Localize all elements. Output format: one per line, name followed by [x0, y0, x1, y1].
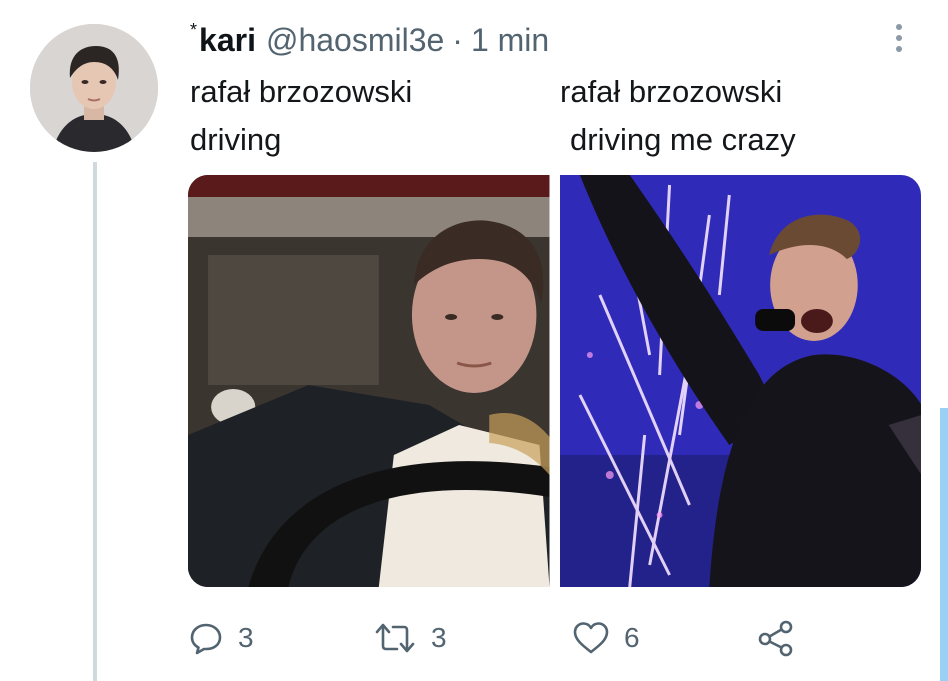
tweet[interactable]: * kari @haosmil3e · 1 min rafał brzozows… — [0, 0, 948, 681]
heart-icon — [573, 622, 609, 654]
like-button[interactable]: 6 — [572, 612, 640, 664]
caption-left: rafał brzozowski driving — [190, 68, 412, 164]
avatar[interactable] — [30, 24, 158, 152]
tweet-header: * kari @haosmil3e · 1 min — [190, 18, 549, 62]
reply-button[interactable]: 3 — [188, 612, 254, 664]
speech-bubble-icon — [190, 623, 222, 655]
scroll-indicator — [940, 408, 948, 681]
caption-right-line-1: rafał brzozowski — [560, 74, 783, 109]
share-button[interactable] — [756, 612, 796, 664]
photo-singer[interactable] — [559, 175, 921, 587]
caption-right-line-2: driving me crazy — [570, 122, 796, 157]
retweet-arrows-icon — [375, 623, 415, 653]
singer-photo-image — [559, 175, 921, 587]
thread-line — [93, 162, 97, 681]
retweet-count: 3 — [431, 622, 447, 653]
like-count: 6 — [624, 622, 640, 653]
driving-photo-image — [188, 175, 550, 587]
display-name[interactable]: kari — [199, 22, 256, 59]
tweet-actions: 3 3 6 — [188, 612, 808, 664]
reply-count: 3 — [238, 622, 254, 653]
caption-left-line-2: driving — [190, 122, 282, 157]
timestamp[interactable]: 1 min — [471, 22, 549, 59]
share-nodes-icon — [758, 620, 793, 657]
name-mark: * — [190, 19, 198, 40]
caption-left-line-1: rafał brzozowski — [190, 74, 413, 109]
avatar-image — [30, 24, 158, 152]
vertical-ellipsis-icon[interactable] — [888, 20, 910, 56]
header-separator: · — [452, 21, 463, 58]
retweet-button[interactable]: 3 — [373, 612, 447, 664]
photo-driving[interactable] — [188, 175, 550, 587]
caption-right: rafał brzozowski driving me crazy — [560, 68, 796, 164]
tweet-media — [188, 175, 921, 587]
user-handle[interactable]: @haosmil3e — [266, 22, 444, 59]
